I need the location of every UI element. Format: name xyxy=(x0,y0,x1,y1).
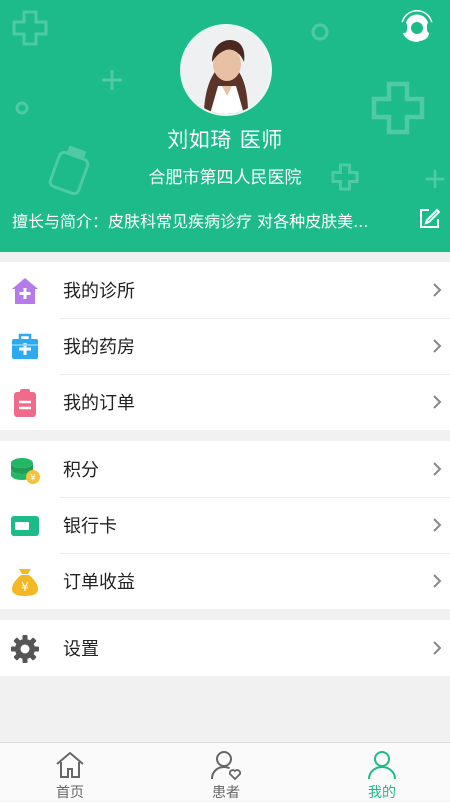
menu-item-label: 订单收益 xyxy=(63,572,135,593)
circle-decor-icon xyxy=(311,23,329,41)
settings-gear-icon xyxy=(11,635,39,663)
bottom-tab-bar: 首页 患者 我的 xyxy=(0,742,450,801)
profile-header: 刘如琦 医师 合肥市第四人民医院 擅长与简介：皮肤科常见疾病诊疗 对各种皮肤美..… xyxy=(0,0,450,252)
doctor-avatar[interactable] xyxy=(182,26,270,114)
chevron-right-icon xyxy=(433,574,442,588)
patient-icon xyxy=(211,751,242,781)
menu-item-my-orders[interactable]: 我的订单 xyxy=(0,374,450,430)
tab-home-label: 首页 xyxy=(56,785,84,801)
points-coins-icon: ¥ xyxy=(11,458,40,484)
menu-item-settings[interactable]: 设置 xyxy=(0,620,450,676)
svg-text:¥: ¥ xyxy=(21,580,29,594)
menu-item-label: 设置 xyxy=(63,639,99,660)
doctor-intro: 擅长与简介：皮肤科常见疾病诊疗 对各种皮肤美... xyxy=(12,212,369,231)
doctor-portrait-icon xyxy=(182,26,270,114)
money-bag-icon: ¥ xyxy=(12,569,38,596)
menu-group-settings: 设置 xyxy=(0,620,450,676)
menu-item-label: 我的订单 xyxy=(63,393,135,414)
pharmacy-kit-icon xyxy=(12,333,38,359)
menu-item-my-clinic[interactable]: 我的诊所 xyxy=(0,262,450,318)
hospital-name: 合肥市第四人民医院 xyxy=(148,168,302,188)
chevron-right-icon xyxy=(433,641,442,655)
doctor-name-title: 刘如琦 医师 xyxy=(0,124,450,154)
doctor-title: 医师 xyxy=(239,128,283,152)
customer-service-icon[interactable] xyxy=(396,6,438,46)
menu-group-finance: ¥ 积分 银行卡 ¥ 订单收益 xyxy=(0,441,450,609)
home-icon xyxy=(56,751,84,778)
tab-patients[interactable]: 患者 xyxy=(186,743,266,801)
edit-icon[interactable] xyxy=(418,208,440,230)
profile-icon xyxy=(368,751,396,780)
menu-item-my-pharmacy[interactable]: 我的药房 xyxy=(0,318,450,374)
pharmacy-cross-decor-icon xyxy=(12,10,48,46)
tab-mine-label: 我的 xyxy=(368,785,396,801)
bank-card-icon xyxy=(11,516,39,536)
menu-item-bank-card[interactable]: 银行卡 xyxy=(0,497,450,553)
tab-home[interactable]: 首页 xyxy=(30,743,110,801)
menu-group-services: 我的诊所 我的药房 我的订单 xyxy=(0,262,450,430)
circle-decor-icon xyxy=(15,101,29,115)
svg-text:¥: ¥ xyxy=(30,474,36,484)
plus-decor-icon xyxy=(102,70,122,90)
doctor-name: 刘如琦 xyxy=(167,128,232,152)
chevron-right-icon xyxy=(433,283,442,297)
menu-item-label: 我的诊所 xyxy=(63,281,135,302)
menu-item-points[interactable]: ¥ 积分 xyxy=(0,441,450,497)
menu-item-label: 积分 xyxy=(63,460,99,481)
chevron-right-icon xyxy=(433,339,442,353)
tab-patients-label: 患者 xyxy=(212,785,240,801)
order-clipboard-icon xyxy=(14,389,36,417)
menu-item-order-income[interactable]: ¥ 订单收益 xyxy=(0,553,450,609)
menu-item-label: 我的药房 xyxy=(63,337,135,358)
chevron-right-icon xyxy=(433,518,442,532)
chevron-right-icon xyxy=(433,395,442,409)
chevron-right-icon xyxy=(433,462,442,476)
menu-item-label: 银行卡 xyxy=(63,516,117,537)
tab-mine[interactable]: 我的 xyxy=(342,743,422,801)
clinic-house-icon xyxy=(12,278,38,304)
